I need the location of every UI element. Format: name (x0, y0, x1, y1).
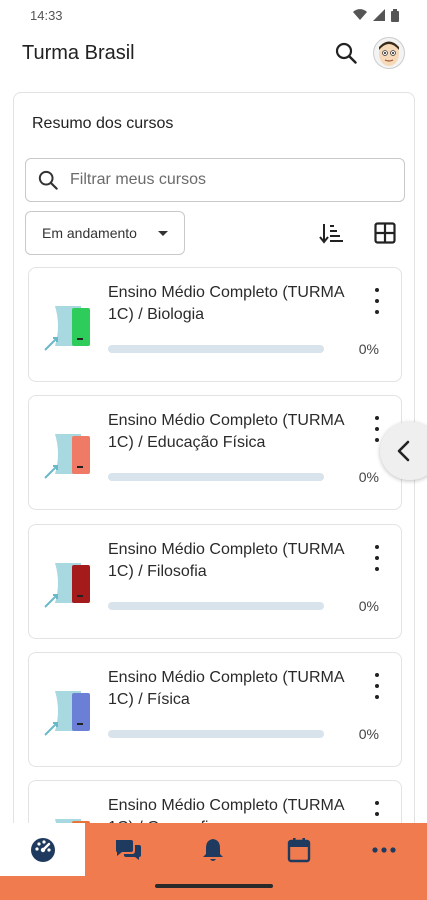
app-header: Turma Brasil (0, 30, 427, 76)
panel-title: Resumo dos cursos (32, 115, 174, 132)
search-button[interactable] (331, 38, 361, 68)
course-progress-bar (108, 345, 324, 353)
course-name[interactable]: Ensino Médio Completo (TURMA 1C) / Físic… (108, 667, 348, 711)
wifi-icon (353, 9, 367, 20)
status-filter-select[interactable]: Em andamento (25, 211, 185, 255)
course-name[interactable]: Ensino Médio Completo (TURMA 1C) / Biolo… (108, 282, 348, 326)
course-progress-text: 0% (358, 726, 379, 742)
bottom-nav (0, 823, 427, 900)
course-thumbnail-icon (44, 434, 90, 479)
course-progress-bar (108, 473, 324, 481)
course-filter-search[interactable] (25, 158, 405, 202)
caret-down-icon (158, 230, 168, 236)
status-time: 14:33 (30, 7, 63, 23)
nav-messages[interactable] (85, 823, 170, 876)
calendar-icon (287, 837, 311, 862)
course-progress-bar (108, 602, 324, 610)
signal-icon (373, 9, 385, 21)
course-menu-button[interactable] (371, 673, 383, 699)
course-thumbnail-icon (44, 691, 90, 736)
course-thumbnail-icon (44, 563, 90, 608)
sort-button[interactable] (317, 219, 345, 247)
status-bar: 14:33 (0, 0, 427, 30)
course-progress-text: 0% (358, 598, 379, 614)
page-title: Turma Brasil (22, 41, 135, 64)
status-filter-value: Em andamento (42, 225, 137, 241)
course-name[interactable]: Ensino Médio Completo (TURMA 1C) / Filos… (108, 539, 348, 583)
search-input[interactable] (70, 171, 370, 189)
course-card[interactable]: Ensino Médio Completo (TURMA 1C) / Físic… (28, 652, 402, 767)
battery-icon (391, 8, 399, 22)
course-card[interactable]: Ensino Médio Completo (TURMA 1C) / Filos… (28, 524, 402, 639)
course-menu-button[interactable] (371, 288, 383, 314)
home-indicator (155, 884, 273, 888)
nav-more[interactable] (342, 823, 427, 876)
search-icon (38, 170, 58, 190)
course-thumbnail-icon (44, 306, 90, 351)
course-menu-button[interactable] (371, 416, 383, 442)
status-icons (353, 8, 399, 22)
grid-view-button[interactable] (371, 219, 399, 247)
bell-icon (203, 838, 224, 861)
nav-calendar[interactable] (256, 823, 341, 876)
search-icon (335, 42, 357, 64)
nav-dashboard[interactable] (0, 823, 86, 876)
course-overview-panel: Resumo dos cursos Em andamento (13, 92, 415, 852)
dashboard-icon (30, 837, 55, 862)
course-menu-button[interactable] (371, 545, 383, 571)
chevron-left-icon (397, 440, 410, 462)
course-progress-text: 0% (358, 341, 379, 357)
avatar[interactable] (373, 37, 405, 69)
course-progress-bar (108, 730, 324, 738)
user-avatar-icon (379, 41, 399, 66)
course-card[interactable]: Ensino Médio Completo (TURMA 1C) / Educa… (28, 395, 402, 510)
more-icon (372, 846, 396, 853)
nav-notifications[interactable] (171, 823, 256, 876)
chat-icon (116, 839, 142, 860)
filter-row: Em andamento (25, 210, 405, 256)
course-name[interactable]: Ensino Médio Completo (TURMA 1C) / Educa… (108, 410, 348, 454)
grid-icon (374, 222, 396, 244)
sort-icon (319, 224, 343, 244)
course-card[interactable]: Ensino Médio Completo (TURMA 1C) / Biolo… (28, 267, 402, 382)
course-progress-text: 0% (358, 469, 379, 485)
